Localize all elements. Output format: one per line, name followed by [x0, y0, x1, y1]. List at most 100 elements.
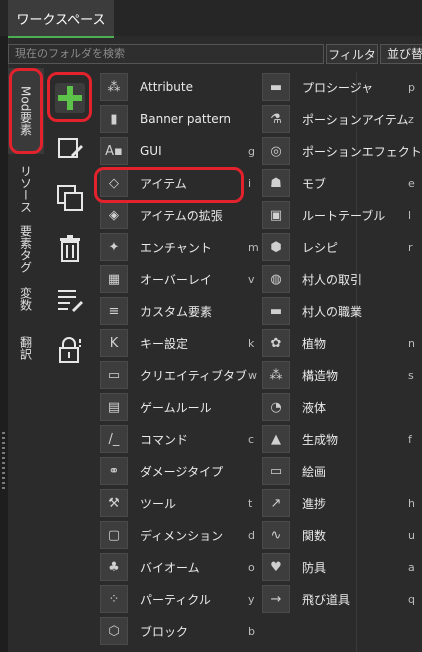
mob-icon: ☗ [262, 169, 290, 197]
element-type-block[interactable]: ⬡ ブロック b [100, 616, 260, 646]
lock-element-button[interactable] [50, 330, 90, 370]
enchant-icon: ✦ [100, 233, 128, 261]
banner-icon: ▮ [100, 105, 128, 133]
shortcut-key: q [408, 592, 415, 606]
edit-element-button[interactable] [50, 128, 90, 168]
trash-icon [60, 235, 80, 262]
vtab-translations[interactable]: 翻訳 [8, 326, 44, 370]
edit-list-button[interactable] [50, 280, 90, 320]
delete-element-button[interactable] [50, 228, 90, 268]
fluid-icon: ◔ [262, 393, 290, 421]
element-type-potion-effect[interactable]: ◎ ポーションエフェクト [262, 136, 422, 166]
add-element-button[interactable] [50, 78, 90, 118]
folder-icon: ▬ [262, 73, 290, 101]
element-type-painting[interactable]: ▭ 絵画 [262, 456, 420, 486]
element-type-damage-type[interactable]: ⚭ ダメージタイプ [100, 456, 260, 486]
element-type-recipe[interactable]: ⬢ レシピ r [262, 232, 420, 262]
element-type-item-extension[interactable]: ◈ アイテムの拡張 [100, 200, 260, 230]
element-type-biome[interactable]: ♣ バイオーム o [100, 552, 260, 582]
element-type-villager-trade[interactable]: ◍ 村人の取引 [262, 264, 420, 294]
pickaxe-icon: ⚒ [100, 489, 128, 517]
vtab-mod-elements[interactable]: Mod要素 [8, 68, 44, 154]
element-type-label: アイテム [140, 176, 187, 191]
function-icon: ∿ [262, 521, 290, 549]
shortcut-key: h [408, 496, 415, 510]
shortcut-key: n [408, 336, 415, 350]
element-type-pickaxe[interactable]: ⚒ ツール t [100, 488, 260, 518]
element-type-diamond[interactable]: ◇ アイテム i [100, 168, 260, 198]
element-type-armor[interactable]: ♥ 防具 a [262, 552, 420, 582]
sort-button[interactable]: 並び替え [380, 44, 422, 64]
element-type-command[interactable]: /_ コマンド c [100, 424, 260, 454]
element-type-label: ゲームルール [140, 400, 212, 415]
element-type-label: オーバーレイ [140, 272, 212, 287]
diamond-icon: ◇ [100, 169, 128, 197]
element-type-label: ポーションエフェクト [302, 144, 422, 159]
element-type-flask[interactable]: ⚗ ポーションアイテム z [262, 104, 420, 134]
shortcut-key: d [248, 528, 255, 542]
shortcut-key: s [408, 368, 414, 382]
shortcut-key: i [248, 176, 252, 190]
element-type-grid: ⁂ Attribute ▮ Banner pattern A▪ GUI g ◇ アイテム i ◈ アイ… [98, 72, 422, 652]
vtab-resources[interactable]: リソース [8, 156, 44, 222]
element-type-feature[interactable]: ▲ 生成物 f [262, 424, 420, 454]
element-type-keybind[interactable]: K キー設定 k [100, 328, 260, 358]
duplicate-element-button[interactable] [50, 178, 90, 218]
armor-icon: ♥ [262, 553, 290, 581]
duplicate-icon [57, 185, 83, 211]
element-type-label: 構造物 [302, 368, 339, 383]
element-type-plant[interactable]: ✿ 植物 n [262, 328, 420, 358]
element-type-function[interactable]: ∿ 関数 u [262, 520, 420, 550]
element-type-enchant[interactable]: ✦ エンチャント m [100, 232, 260, 262]
attribute-icon: ⁂ [100, 73, 128, 101]
element-type-label: パーティクル [140, 592, 211, 607]
tab-workspace[interactable]: ワークスペース [8, 0, 114, 38]
feature-icon: ▲ [262, 425, 290, 453]
filter-button[interactable]: フィルタ [326, 44, 378, 64]
element-type-gui[interactable]: A▪ GUI g [100, 136, 260, 166]
element-type-label: 植物 [302, 336, 327, 351]
element-type-dimension[interactable]: ▢ ディメンション d [100, 520, 260, 550]
element-type-structure[interactable]: ⁂ 構造物 s [262, 360, 420, 390]
element-type-label: 防具 [302, 560, 327, 575]
vtab-variables[interactable]: 変数 [8, 274, 44, 324]
shortcut-key: z [408, 112, 414, 126]
shortcut-key: y [248, 592, 255, 606]
resize-grip[interactable] [2, 432, 5, 492]
element-type-label: ツール [140, 496, 177, 511]
element-type-gamerule[interactable]: ▤ ゲームルール [100, 392, 260, 422]
element-type-creative-tab[interactable]: ▭ クリエイティブタブ w [100, 360, 260, 390]
recipe-icon: ⬢ [262, 233, 290, 261]
element-type-loot-table[interactable]: ▣ ルートテーブル l [262, 200, 420, 230]
biome-icon: ♣ [100, 553, 128, 581]
projectile-icon: → [262, 585, 290, 613]
shortcut-key: b [248, 624, 255, 638]
element-type-label: ブロック [140, 624, 189, 639]
element-type-custom-element[interactable]: ≡ カスタム要素 [100, 296, 260, 326]
vtab-tags[interactable]: 要素タグ [8, 216, 44, 282]
shortcut-key: m [248, 240, 259, 254]
element-type-attribute[interactable]: ⁂ Attribute [100, 72, 260, 102]
element-type-advancement[interactable]: ↗ 進捗 h [262, 488, 420, 518]
element-type-label: ポーションアイテム [302, 112, 409, 127]
dimension-icon: ▢ [100, 521, 128, 549]
element-type-mob[interactable]: ☗ モブ e [262, 168, 420, 198]
element-type-label: エンチャント [140, 240, 212, 255]
gamerule-icon: ▤ [100, 393, 128, 421]
structure-icon: ⁂ [262, 361, 290, 389]
element-type-particle[interactable]: ⁘ パーティクル y [100, 584, 260, 614]
element-type-folder[interactable]: ▬ プロシージャ p [262, 72, 420, 102]
element-type-banner[interactable]: ▮ Banner pattern [100, 104, 260, 134]
villager-profession-icon: ▬ [262, 297, 290, 325]
tool-column [44, 68, 96, 652]
element-type-overlay[interactable]: ▦ オーバーレイ v [100, 264, 260, 294]
search-input[interactable]: 現在のフォルダを検索 [8, 44, 324, 64]
element-type-label: モブ [302, 176, 327, 191]
element-type-label: プロシージャ [302, 80, 374, 95]
element-type-projectile[interactable]: → 飛び道具 q [262, 584, 420, 614]
element-type-fluid[interactable]: ◔ 液体 [262, 392, 420, 422]
painting-icon: ▭ [262, 457, 290, 485]
element-type-villager-profession[interactable]: ▬ 村人の職業 [262, 296, 420, 326]
element-type-label: カスタム要素 [140, 304, 213, 319]
shortcut-key: a [408, 560, 415, 574]
